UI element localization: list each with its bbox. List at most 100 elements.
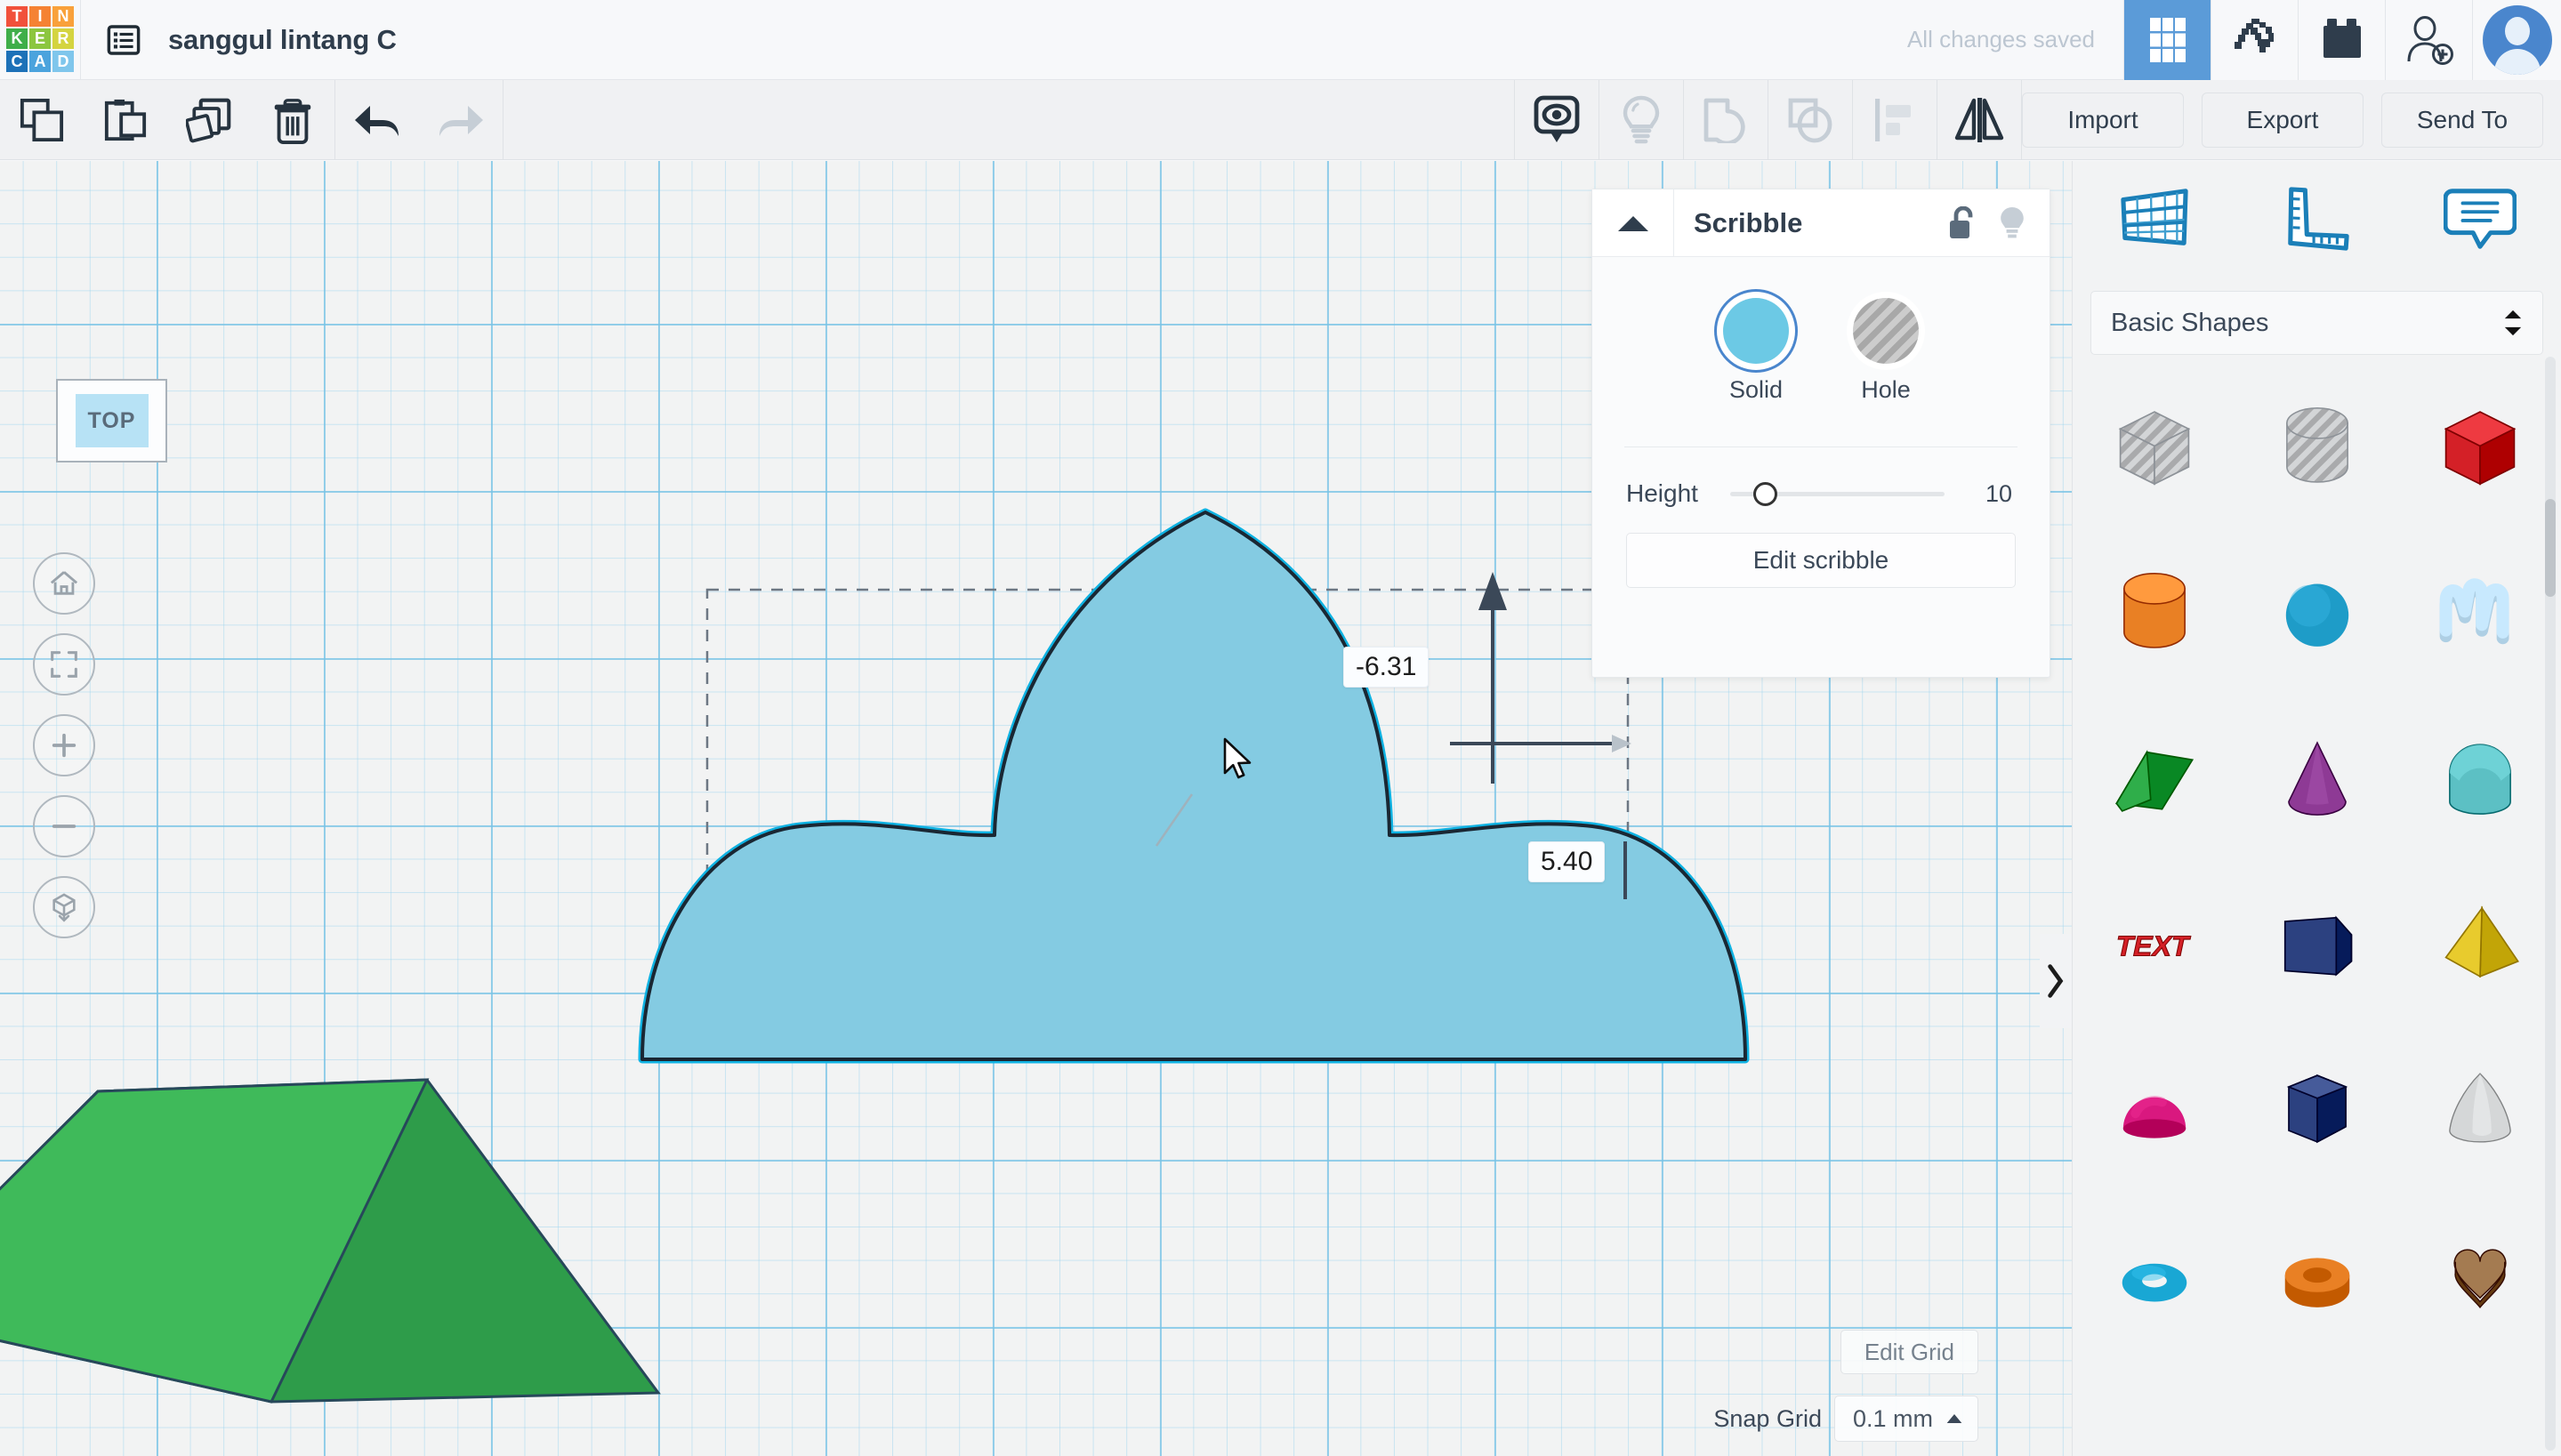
- logo-tile-e: E: [29, 28, 51, 50]
- shape-hex-prism[interactable]: [2235, 1026, 2398, 1191]
- shape-category-select[interactable]: Basic Shapes: [2090, 291, 2543, 355]
- height-dimension-label[interactable]: 5.40: [1528, 841, 1606, 882]
- perspective-toggle-button[interactable]: [33, 876, 95, 938]
- shape-polygon-icon: [2283, 915, 2352, 977]
- home-view-button[interactable]: [33, 552, 95, 615]
- import-button[interactable]: Import: [2022, 92, 2184, 148]
- copy-icon: [20, 98, 64, 141]
- shape-paraboloid[interactable]: [2398, 1026, 2561, 1191]
- height-value[interactable]: 10: [1977, 480, 2012, 508]
- lego-mode-button[interactable]: [2298, 0, 2385, 80]
- notes-button[interactable]: [1515, 80, 1599, 160]
- redo-button[interactable]: [419, 80, 503, 160]
- shape-half-cylinder[interactable]: [2398, 695, 2561, 860]
- height-slider[interactable]: [1729, 481, 1945, 506]
- shape-sphere[interactable]: [2235, 529, 2398, 695]
- user-avatar-button[interactable]: [2472, 0, 2561, 80]
- projects-list-button[interactable]: [81, 0, 166, 80]
- shape-box[interactable]: [2398, 364, 2561, 529]
- zoom-in-button[interactable]: [33, 714, 95, 776]
- logo-tile-i: I: [29, 5, 51, 27]
- show-hide-button[interactable]: [1599, 80, 1683, 160]
- minus-icon: [52, 825, 77, 828]
- mouse-cursor: [1223, 737, 1252, 779]
- view-cube-face[interactable]: TOP: [75, 394, 149, 447]
- project-title[interactable]: sanggul lintang C: [166, 24, 397, 56]
- blocks-mode-button[interactable]: [2123, 0, 2211, 80]
- inspector-title: Scribble: [1694, 206, 1803, 238]
- shape-cylinder[interactable]: [2073, 529, 2235, 695]
- lightbulb-icon: [1623, 95, 1660, 143]
- mirror-button[interactable]: [1937, 80, 2021, 160]
- shape-torus[interactable]: [2073, 1191, 2235, 1356]
- view-cube[interactable]: TOP: [56, 379, 167, 463]
- chevron-right-icon: [2048, 964, 2064, 998]
- tinkercad-logo[interactable]: TIN KER CAD: [0, 0, 80, 80]
- zoom-out-button[interactable]: [33, 795, 95, 857]
- fill-mode-selector: Solid Hole: [1592, 257, 2050, 404]
- ruler-button[interactable]: [2235, 161, 2398, 277]
- minecraft-mode-button[interactable]: [2211, 0, 2298, 80]
- shape-text[interactable]: TEXT: [2073, 860, 2235, 1026]
- height-slider-knob[interactable]: [1752, 481, 1777, 506]
- solid-swatch[interactable]: [1723, 298, 1789, 364]
- inspector-collapse-button[interactable]: [1592, 189, 1674, 257]
- shape-cylinder-icon: [2122, 573, 2186, 648]
- height-control: Height 10: [1592, 447, 2050, 508]
- sidebar-scrollbar-thumb[interactable]: [2545, 499, 2556, 597]
- copy-button[interactable]: [0, 80, 84, 160]
- invite-people-button[interactable]: [2385, 0, 2472, 80]
- shape-tube-icon: [2284, 1258, 2349, 1307]
- shape-pyramid[interactable]: [2398, 860, 2561, 1026]
- ungroup-shapes-icon: [1788, 98, 1832, 142]
- shape-cone[interactable]: [2235, 695, 2398, 860]
- paste-button[interactable]: [84, 80, 167, 160]
- inspector-header-icons: [1948, 205, 2050, 241]
- shape-sphere-icon: [2285, 583, 2348, 647]
- panel-expander-button[interactable]: [2040, 934, 2072, 1028]
- align-button[interactable]: [1853, 80, 1937, 160]
- edit-scribble-button[interactable]: Edit scribble: [1626, 533, 2016, 588]
- shape-cylinder-hole[interactable]: [2235, 364, 2398, 529]
- note-button[interactable]: [2398, 161, 2561, 277]
- shape-scribble[interactable]: [2398, 529, 2561, 695]
- logo-tile-k: K: [6, 28, 28, 50]
- shape-box-hole[interactable]: [2073, 364, 2235, 529]
- lightbulb-icon[interactable]: [1998, 205, 2026, 241]
- undo-button[interactable]: [335, 80, 419, 160]
- caret-up-icon: [1617, 215, 1648, 231]
- export-button[interactable]: Export: [2202, 92, 2364, 148]
- send-to-button[interactable]: Send To: [2381, 92, 2543, 148]
- unlock-icon[interactable]: [1948, 205, 1977, 240]
- shape-pyramid-icon: [2444, 905, 2519, 978]
- hole-swatch[interactable]: [1853, 298, 1919, 364]
- green-roof-shape[interactable]: [0, 1078, 661, 1404]
- logo-tile-c: C: [6, 51, 28, 72]
- redo-arrow-icon: [439, 105, 483, 136]
- hole-option[interactable]: Hole: [1853, 298, 1919, 404]
- shape-polygon[interactable]: [2235, 860, 2398, 1026]
- edit-grid-button[interactable]: Edit Grid: [1840, 1330, 1978, 1374]
- shape-tube[interactable]: [2235, 1191, 2398, 1356]
- ruler-icon: [2287, 187, 2349, 251]
- z-offset-label[interactable]: -6.31: [1343, 647, 1429, 688]
- shape-box-hole-icon: [2118, 411, 2190, 486]
- shape-half-cylinder-icon: [2448, 744, 2511, 815]
- lego-brick-icon: [2323, 18, 2361, 58]
- ungroup-button[interactable]: [1768, 80, 1852, 160]
- shape-half-sphere-icon: [2122, 1096, 2186, 1138]
- shape-roof[interactable]: [2073, 695, 2235, 860]
- save-status: All changes saved: [1906, 26, 2095, 52]
- scribble-cloud-shape[interactable]: [638, 508, 1750, 1064]
- delete-button[interactable]: [251, 80, 334, 160]
- group-button[interactable]: [1684, 80, 1768, 160]
- fit-view-button[interactable]: [33, 633, 95, 696]
- plus-icon: [52, 733, 77, 758]
- duplicate-button[interactable]: [167, 80, 251, 160]
- shape-heart[interactable]: [2398, 1191, 2561, 1356]
- snap-grid-select[interactable]: 0.1 mm: [1833, 1396, 1978, 1442]
- solid-option[interactable]: Solid: [1723, 298, 1789, 404]
- workplane-button[interactable]: [2073, 161, 2235, 277]
- shape-half-sphere[interactable]: [2073, 1026, 2235, 1191]
- shapes-sidebar: Basic Shapes TEXT: [2072, 161, 2561, 1456]
